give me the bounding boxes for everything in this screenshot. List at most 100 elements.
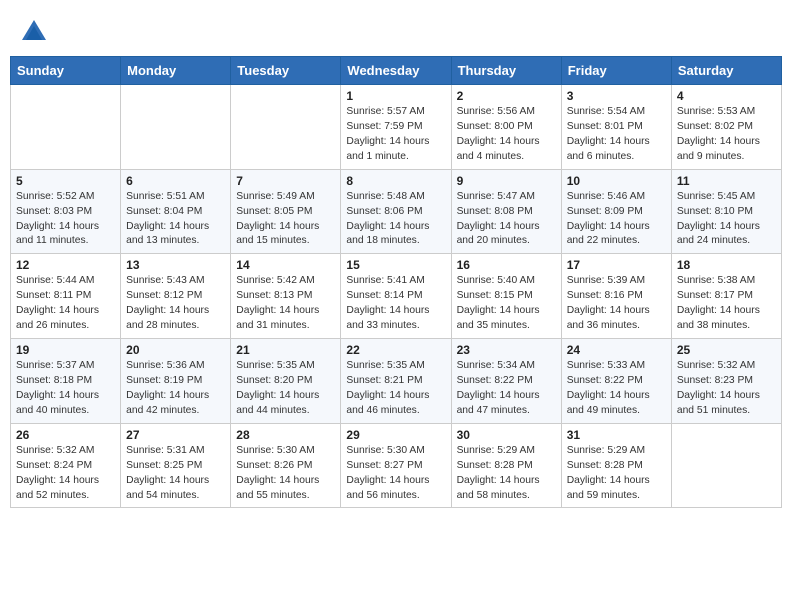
calendar-week-4: 19 Sunrise: 5:37 AMSunset: 8:18 PMDayligh… [11,339,782,424]
day-info: Sunrise: 5:34 AMSunset: 8:22 PMDaylight:… [457,359,556,419]
day-info: Sunrise: 5:57 AMSunset: 7:59 PMDaylight:… [346,105,445,165]
calendar-day-16: 16 Sunrise: 5:40 AMSunset: 8:15 PMDayligh… [451,254,561,339]
day-info: Sunrise: 5:56 AMSunset: 8:00 PMDaylight:… [457,105,556,165]
day-info: Sunrise: 5:39 AMSunset: 8:16 PMDaylight:… [567,274,666,334]
day-number: 14 [236,258,335,272]
calendar-day-18: 18 Sunrise: 5:38 AMSunset: 8:17 PMDayligh… [671,254,781,339]
empty-cell [671,423,781,508]
day-number: 2 [457,89,556,103]
calendar-day-25: 25 Sunrise: 5:32 AMSunset: 8:23 PMDayligh… [671,339,781,424]
calendar-day-30: 30 Sunrise: 5:29 AMSunset: 8:28 PMDayligh… [451,423,561,508]
calendar-day-11: 11Sunrise: 5:45 AMSunset: 8:10 PMDayligh… [671,169,781,254]
calendar-day-1: 1 Sunrise: 5:57 AMSunset: 7:59 PMDaylight… [341,85,451,170]
empty-cell [11,85,121,170]
day-number: 4 [677,89,776,103]
day-header-tuesday: Tuesday [231,57,341,85]
day-header-saturday: Saturday [671,57,781,85]
day-number: 13 [126,258,225,272]
day-number: 8 [346,174,445,188]
day-info: Sunrise: 5:41 AMSunset: 8:14 PMDaylight:… [346,274,445,334]
calendar-day-15: 15 Sunrise: 5:41 AMSunset: 8:14 PMDayligh… [341,254,451,339]
logo [20,18,52,46]
calendar-day-8: 8 Sunrise: 5:48 AMSunset: 8:06 PMDaylight… [341,169,451,254]
day-info: Sunrise: 5:33 AMSunset: 8:22 PMDaylight:… [567,359,666,419]
day-info: Sunrise: 5:47 AMSunset: 8:08 PMDaylight:… [457,190,556,250]
page-header [10,10,782,52]
day-info: Sunrise: 5:46 AMSunset: 8:09 PMDaylight:… [567,190,666,250]
calendar-day-27: 27 Sunrise: 5:31 AMSunset: 8:25 PMDayligh… [121,423,231,508]
calendar-table: SundayMondayTuesdayWednesdayThursdayFrid… [10,56,782,508]
day-number: 23 [457,343,556,357]
calendar-day-14: 14 Sunrise: 5:42 AMSunset: 8:13 PMDayligh… [231,254,341,339]
day-number: 30 [457,428,556,442]
day-number: 29 [346,428,445,442]
day-header-sunday: Sunday [11,57,121,85]
calendar-week-5: 26Sunrise: 5:32 AMSunset: 8:24 PMDayligh… [11,423,782,508]
calendar-day-29: 29Sunrise: 5:30 AMSunset: 8:27 PMDayligh… [341,423,451,508]
day-number: 31 [567,428,666,442]
calendar-day-21: 21 Sunrise: 5:35 AMSunset: 8:20 PMDayligh… [231,339,341,424]
calendar-day-17: 17 Sunrise: 5:39 AMSunset: 8:16 PMDayligh… [561,254,671,339]
calendar-day-20: 20 Sunrise: 5:36 AMSunset: 8:19 PMDayligh… [121,339,231,424]
calendar-day-7: 7 Sunrise: 5:49 AMSunset: 8:05 PMDaylight… [231,169,341,254]
day-number: 15 [346,258,445,272]
empty-cell [121,85,231,170]
day-info: Sunrise: 5:45 AMSunset: 8:10 PMDaylight:… [677,190,776,250]
day-number: 20 [126,343,225,357]
day-number: 22 [346,343,445,357]
day-info: Sunrise: 5:30 AMSunset: 8:26 PMDaylight:… [236,444,335,504]
day-info: Sunrise: 5:36 AMSunset: 8:19 PMDaylight:… [126,359,225,419]
calendar-day-28: 28 Sunrise: 5:30 AMSunset: 8:26 PMDayligh… [231,423,341,508]
day-info: Sunrise: 5:29 AMSunset: 8:28 PMDaylight:… [567,444,666,504]
day-info: Sunrise: 5:32 AMSunset: 8:24 PMDaylight:… [16,444,115,504]
day-number: 27 [126,428,225,442]
calendar-day-10: 10 Sunrise: 5:46 AMSunset: 8:09 PMDayligh… [561,169,671,254]
day-number: 21 [236,343,335,357]
day-info: Sunrise: 5:32 AMSunset: 8:23 PMDaylight:… [677,359,776,419]
day-number: 17 [567,258,666,272]
calendar-week-3: 12 Sunrise: 5:44 AMSunset: 8:11 PMDayligh… [11,254,782,339]
day-number: 7 [236,174,335,188]
day-number: 28 [236,428,335,442]
calendar-day-2: 2 Sunrise: 5:56 AMSunset: 8:00 PMDaylight… [451,85,561,170]
calendar-day-4: 4Sunrise: 5:53 AMSunset: 8:02 PMDaylight… [671,85,781,170]
calendar-day-3: 3 Sunrise: 5:54 AMSunset: 8:01 PMDaylight… [561,85,671,170]
day-header-wednesday: Wednesday [341,57,451,85]
day-number: 12 [16,258,115,272]
day-info: Sunrise: 5:29 AMSunset: 8:28 PMDaylight:… [457,444,556,504]
day-info: Sunrise: 5:37 AMSunset: 8:18 PMDaylight:… [16,359,115,419]
day-number: 24 [567,343,666,357]
day-info: Sunrise: 5:49 AMSunset: 8:05 PMDaylight:… [236,190,335,250]
day-info: Sunrise: 5:51 AMSunset: 8:04 PMDaylight:… [126,190,225,250]
calendar-day-5: 5 Sunrise: 5:52 AMSunset: 8:03 PMDaylight… [11,169,121,254]
day-info: Sunrise: 5:48 AMSunset: 8:06 PMDaylight:… [346,190,445,250]
day-header-monday: Monday [121,57,231,85]
day-info: Sunrise: 5:38 AMSunset: 8:17 PMDaylight:… [677,274,776,334]
day-number: 10 [567,174,666,188]
calendar-day-6: 6 Sunrise: 5:51 AMSunset: 8:04 PMDaylight… [121,169,231,254]
day-info: Sunrise: 5:31 AMSunset: 8:25 PMDaylight:… [126,444,225,504]
day-number: 18 [677,258,776,272]
calendar-day-23: 23 Sunrise: 5:34 AMSunset: 8:22 PMDayligh… [451,339,561,424]
logo-icon [20,18,48,46]
day-number: 9 [457,174,556,188]
day-info: Sunrise: 5:52 AMSunset: 8:03 PMDaylight:… [16,190,115,250]
calendar-week-1: 1 Sunrise: 5:57 AMSunset: 7:59 PMDaylight… [11,85,782,170]
day-number: 1 [346,89,445,103]
day-number: 19 [16,343,115,357]
day-number: 3 [567,89,666,103]
calendar-week-2: 5 Sunrise: 5:52 AMSunset: 8:03 PMDaylight… [11,169,782,254]
day-number: 25 [677,343,776,357]
day-info: Sunrise: 5:43 AMSunset: 8:12 PMDaylight:… [126,274,225,334]
day-number: 6 [126,174,225,188]
calendar-header-row: SundayMondayTuesdayWednesdayThursdayFrid… [11,57,782,85]
day-info: Sunrise: 5:54 AMSunset: 8:01 PMDaylight:… [567,105,666,165]
day-header-thursday: Thursday [451,57,561,85]
day-info: Sunrise: 5:35 AMSunset: 8:20 PMDaylight:… [236,359,335,419]
calendar-day-22: 22Sunrise: 5:35 AMSunset: 8:21 PMDayligh… [341,339,451,424]
day-number: 16 [457,258,556,272]
day-info: Sunrise: 5:40 AMSunset: 8:15 PMDaylight:… [457,274,556,334]
day-number: 5 [16,174,115,188]
day-info: Sunrise: 5:42 AMSunset: 8:13 PMDaylight:… [236,274,335,334]
day-info: Sunrise: 5:44 AMSunset: 8:11 PMDaylight:… [16,274,115,334]
